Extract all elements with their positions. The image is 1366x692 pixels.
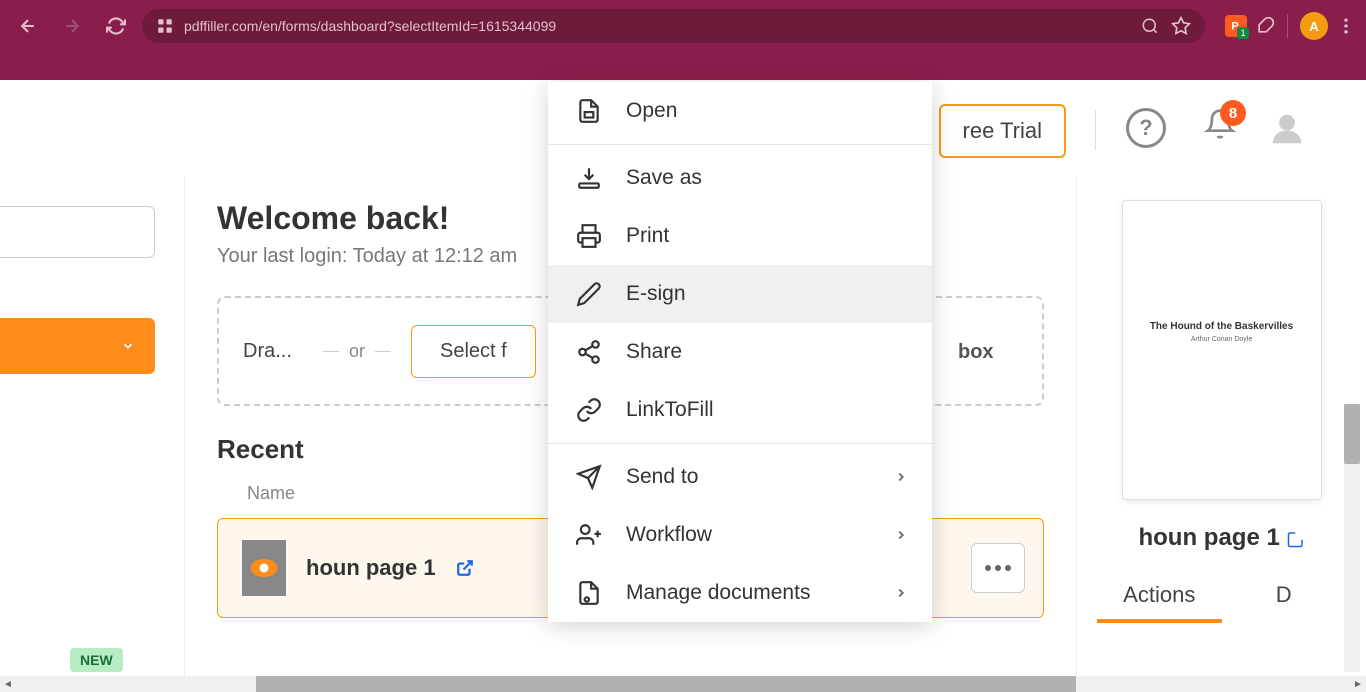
user-avatar[interactable] [1268, 110, 1306, 148]
free-trial-button[interactable]: ree Trial [939, 104, 1066, 158]
chevron-right-icon [894, 586, 908, 600]
ext-count: 1 [1237, 27, 1249, 39]
drag-text: Dra... [243, 340, 303, 363]
menu-workflow-label: Workflow [626, 523, 712, 547]
document-name: houn page 1 [306, 555, 436, 581]
menu-linktofill-label: LinkToFill [626, 398, 714, 422]
menu-separator [548, 144, 932, 145]
menu-send-to-label: Send to [626, 465, 698, 489]
scroll-left-arrow[interactable]: ◄ [0, 676, 16, 692]
more-actions-button[interactable] [971, 543, 1025, 593]
menu-print-label: Print [626, 224, 669, 248]
chevron-right-icon [894, 470, 908, 484]
workflow-icon [576, 522, 602, 548]
extensions-icon[interactable] [1255, 16, 1275, 36]
signature-icon [576, 281, 602, 307]
chevron-right-icon [894, 528, 908, 542]
site-settings-icon[interactable] [156, 17, 174, 35]
preview-filename: houn page 1 [1097, 524, 1346, 552]
send-icon [576, 464, 602, 490]
chevron-icon [121, 339, 135, 353]
print-icon [576, 223, 602, 249]
scroll-right-arrow[interactable]: ► [1350, 676, 1366, 692]
menu-save-as-label: Save as [626, 166, 702, 190]
menu-save-as[interactable]: Save as [548, 149, 932, 207]
preview-doc-author: Arthur Conan Doyle [1133, 336, 1311, 343]
reload-button[interactable] [98, 8, 134, 44]
arrow-right-icon [62, 16, 82, 36]
extensions-area: P 1 A [1213, 12, 1356, 40]
zoom-icon[interactable] [1141, 17, 1159, 35]
menu-separator [548, 443, 932, 444]
external-link-icon[interactable] [456, 559, 474, 577]
notifications-button[interactable]: 8 [1204, 108, 1236, 140]
divider [1095, 110, 1096, 150]
menu-esign[interactable]: E-sign [548, 265, 932, 323]
browser-toolbar: pdffiller.com/en/forms/dashboard?selectI… [0, 0, 1366, 52]
new-badge: NEW [70, 648, 123, 672]
extension-badge[interactable]: P 1 [1225, 15, 1247, 37]
address-bar[interactable]: pdffiller.com/en/forms/dashboard?selectI… [142, 9, 1205, 43]
menu-share[interactable]: Share [548, 323, 932, 381]
menu-open[interactable]: Open [548, 82, 932, 140]
notification-count: 8 [1220, 100, 1246, 126]
document-preview[interactable]: The Hound of the Baskervilles Arthur Con… [1122, 200, 1322, 500]
help-button[interactable]: ? [1126, 108, 1166, 148]
file-icon [576, 98, 602, 124]
scrollbar-thumb[interactable] [256, 676, 1076, 692]
svg-text:box: box [958, 341, 994, 363]
context-menu: Open Save as Print E-sign Share LinkToFi… [548, 82, 932, 622]
menu-manage-docs-label: Manage documents [626, 581, 810, 605]
menu-send-to[interactable]: Send to [548, 448, 932, 506]
box-icon: box [958, 336, 1008, 366]
edit-icon[interactable] [1287, 530, 1305, 548]
menu-esign-label: E-sign [626, 282, 686, 306]
share-icon [576, 339, 602, 365]
or-separator: or [323, 341, 391, 362]
back-button[interactable] [10, 8, 46, 44]
preview-tabs: Actions D [1097, 582, 1346, 623]
menu-print[interactable]: Print [548, 207, 932, 265]
menu-manage-documents[interactable]: Manage documents [548, 564, 932, 622]
menu-workflow[interactable]: Workflow [548, 506, 932, 564]
add-new-button[interactable] [0, 318, 155, 374]
sidebar: NEW [0, 176, 185, 692]
bookmark-star-icon[interactable] [1171, 16, 1191, 36]
profile-avatar[interactable]: A [1300, 12, 1328, 40]
menu-open-label: Open [626, 99, 677, 123]
document-thumbnail [242, 540, 286, 596]
file-settings-icon [576, 580, 602, 606]
tab-details[interactable]: D [1222, 582, 1347, 620]
divider [1287, 14, 1288, 38]
url-text: pdffiller.com/en/forms/dashboard?selectI… [184, 18, 556, 34]
reload-icon [106, 16, 126, 36]
or-text: or [349, 341, 365, 362]
box-integration-button[interactable]: box [958, 336, 1008, 366]
forward-button[interactable] [54, 8, 90, 44]
menu-linktofill[interactable]: LinkToFill [548, 381, 932, 439]
arrow-left-icon [18, 16, 38, 36]
preview-doc-title: The Hound of the Baskervilles [1133, 321, 1311, 332]
vertical-scrollbar[interactable] [1344, 404, 1360, 672]
select-from-device-button[interactable]: Select f [411, 325, 536, 378]
preview-panel: The Hound of the Baskervilles Arthur Con… [1076, 176, 1366, 692]
eye-icon [250, 559, 278, 577]
horizontal-scrollbar[interactable]: ◄ ► [0, 676, 1366, 692]
menu-dots-icon[interactable] [1336, 16, 1356, 36]
tab-actions[interactable]: Actions [1097, 582, 1222, 620]
menu-share-label: Share [626, 340, 682, 364]
download-icon [576, 165, 602, 191]
search-input[interactable] [0, 206, 155, 258]
scrollbar-thumb[interactable] [1344, 404, 1360, 464]
link-icon [576, 397, 602, 423]
browser-strip [0, 52, 1366, 80]
user-icon [1268, 110, 1306, 148]
